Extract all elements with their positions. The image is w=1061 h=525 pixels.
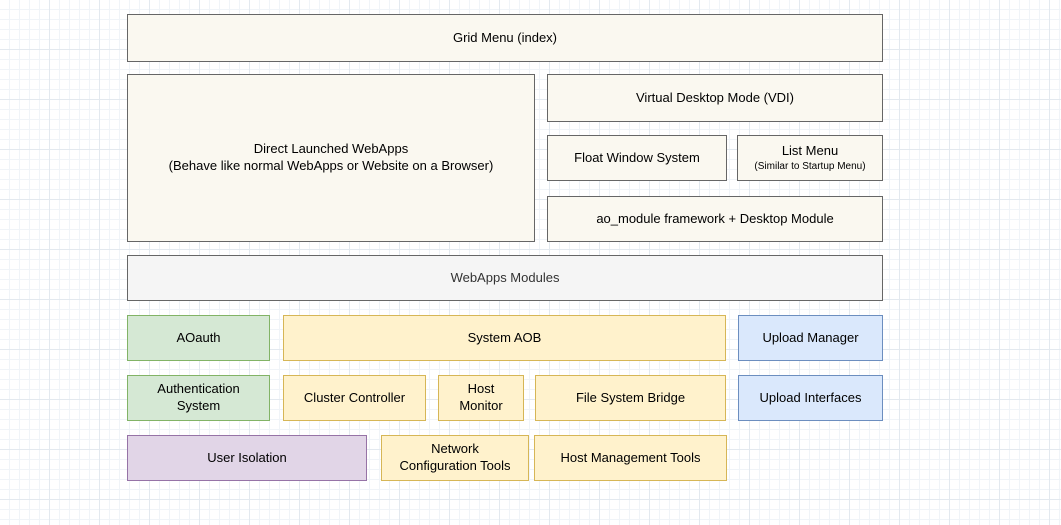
node-label: Float Window System	[574, 150, 700, 167]
node-virtual-desktop-mode: Virtual Desktop Mode (VDI)	[547, 74, 883, 122]
node-cluster-controller: Cluster Controller	[283, 375, 426, 421]
diagram-canvas: Grid Menu (index) Direct Launched WebApp…	[0, 0, 1061, 525]
node-label: Host Management Tools	[561, 450, 701, 467]
node-sublabel: (Similar to Startup Menu)	[754, 160, 865, 173]
node-label: Authentication System	[157, 381, 239, 415]
node-upload-interfaces: Upload Interfaces	[738, 375, 883, 421]
node-label: Grid Menu (index)	[453, 30, 557, 47]
node-host-monitor: Host Monitor	[438, 375, 524, 421]
node-float-window-system: Float Window System	[547, 135, 727, 181]
node-label: Host Monitor	[459, 381, 502, 415]
node-label: Upload Interfaces	[760, 390, 862, 407]
node-direct-launched-webapps: Direct Launched WebApps (Behave like nor…	[127, 74, 535, 242]
node-label: Cluster Controller	[304, 390, 405, 407]
node-authentication-system: Authentication System	[127, 375, 270, 421]
node-label: AOauth	[176, 330, 220, 347]
node-label: Network Configuration Tools	[399, 441, 510, 475]
node-label: ao_module framework + Desktop Module	[596, 211, 833, 228]
node-list-menu: List Menu (Similar to Startup Menu)	[737, 135, 883, 181]
node-label: Direct Launched WebApps (Behave like nor…	[169, 141, 494, 175]
node-grid-menu: Grid Menu (index)	[127, 14, 883, 62]
node-label: System AOB	[468, 330, 542, 347]
node-label: File System Bridge	[576, 390, 685, 407]
node-aoauth: AOauth	[127, 315, 270, 361]
node-file-system-bridge: File System Bridge	[535, 375, 726, 421]
node-ao-module-framework: ao_module framework + Desktop Module	[547, 196, 883, 242]
node-user-isolation: User Isolation	[127, 435, 367, 481]
node-host-management-tools: Host Management Tools	[534, 435, 727, 481]
node-upload-manager: Upload Manager	[738, 315, 883, 361]
node-label: Upload Manager	[762, 330, 858, 347]
node-network-configuration-tools: Network Configuration Tools	[381, 435, 529, 481]
node-label: List Menu	[782, 143, 838, 160]
node-label: User Isolation	[207, 450, 286, 467]
node-webapps-modules: WebApps Modules	[127, 255, 883, 301]
node-label: WebApps Modules	[451, 270, 560, 287]
node-system-aob: System AOB	[283, 315, 726, 361]
node-label: Virtual Desktop Mode (VDI)	[636, 90, 794, 107]
